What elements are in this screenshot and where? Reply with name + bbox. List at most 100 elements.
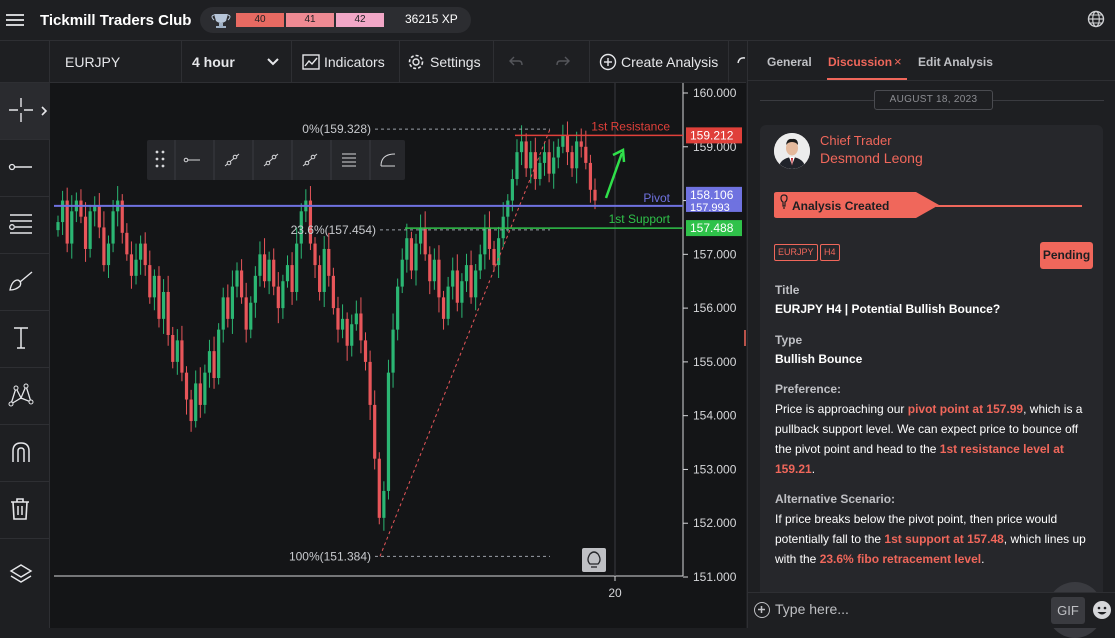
- layers-tool[interactable]: [0, 548, 50, 605]
- pattern-tool[interactable]: [0, 368, 50, 425]
- redo-icon[interactable]: [555, 55, 571, 69]
- attach-icon[interactable]: [754, 602, 770, 618]
- crosshair-tool[interactable]: [0, 83, 50, 140]
- alternative-label: Alternative Scenario:: [775, 492, 896, 506]
- horizontal-line-tool[interactable]: [0, 140, 50, 197]
- avatar: [774, 133, 810, 169]
- candle-body: [359, 313, 363, 341]
- candle-body: [157, 275, 161, 319]
- indicators-button[interactable]: Indicators: [324, 54, 385, 70]
- candle-body: [129, 254, 134, 276]
- symbol-tag: EURJPY: [774, 244, 818, 261]
- candle-body: [56, 222, 60, 231]
- candle-body: [106, 243, 111, 266]
- globe-icon[interactable]: [1087, 10, 1105, 28]
- candle-body: [396, 286, 400, 330]
- level-41: 41: [286, 13, 334, 27]
- candle-body: [175, 340, 179, 362]
- candle-body: [79, 200, 83, 217]
- app-title: Tickmill Traders Club: [40, 12, 192, 29]
- candle-body: [478, 254, 482, 271]
- candle-body: [336, 308, 340, 330]
- drag-handle-icon[interactable]: [155, 157, 159, 161]
- analysis-card: Chief Trader Desmond Leong Analysis Crea…: [760, 125, 1103, 638]
- xp-progress[interactable]: 40 41 42 36215 XP: [200, 7, 471, 33]
- text-icon: [14, 327, 28, 349]
- fibonacci-tool[interactable]: [0, 197, 50, 254]
- candle-body: [469, 265, 473, 298]
- drag-handle-icon[interactable]: [161, 164, 165, 168]
- close-icon[interactable]: ×: [894, 54, 902, 69]
- create-analysis-button[interactable]: Create Analysis: [621, 54, 718, 70]
- panel-tabs: General Discussion × Edit Analysis: [748, 41, 1115, 81]
- candle-body: [409, 238, 414, 271]
- brush-tool[interactable]: [0, 254, 50, 311]
- candle-body: [70, 211, 74, 244]
- preference-text: Price is approaching our pivot point at …: [775, 402, 1083, 476]
- text-tool[interactable]: [0, 311, 50, 368]
- candle-body: [212, 351, 216, 379]
- message-input[interactable]: [775, 601, 1015, 617]
- indicators-icon[interactable]: [302, 54, 320, 70]
- symbol-selector[interactable]: EURJPY: [65, 54, 120, 70]
- tab-discussion[interactable]: Discussion: [828, 55, 892, 69]
- drag-handle-icon[interactable]: [161, 157, 165, 161]
- tab-general[interactable]: General: [767, 55, 812, 69]
- drag-handle-icon[interactable]: [155, 164, 159, 168]
- timeframe-selector[interactable]: 4 hour: [192, 54, 235, 70]
- candle-body: [405, 238, 409, 260]
- candle-body: [152, 275, 156, 298]
- menu-icon[interactable]: [6, 11, 24, 29]
- price-tick-label: 156.000: [693, 301, 737, 315]
- chevron-right-icon[interactable]: [40, 106, 48, 116]
- candle-body: [295, 243, 299, 292]
- trend-line-icon-dot: [304, 160, 310, 166]
- title-label: Title: [775, 283, 800, 297]
- candle-body: [345, 318, 349, 346]
- candle-body: [258, 254, 262, 276]
- status-event: Analysis Created: [792, 199, 890, 213]
- fibonacci-icon: [9, 214, 32, 234]
- candle-body: [382, 490, 386, 518]
- price-tick-label: 155.000: [693, 355, 737, 369]
- trend-line-icon-dot: [226, 160, 232, 166]
- top-bar: Tickmill Traders Club 40 41 42 36215 XP: [0, 0, 1115, 41]
- candle-body: [584, 146, 588, 163]
- emoji-icon[interactable]: [1092, 600, 1112, 620]
- undo-icon[interactable]: [508, 55, 524, 69]
- candle-body: [487, 227, 492, 249]
- magnet-icon: [12, 442, 30, 462]
- drag-handle-icon[interactable]: [161, 150, 165, 154]
- add-circle-icon[interactable]: [599, 53, 617, 71]
- author-name[interactable]: Desmond Leong: [820, 150, 923, 166]
- gear-icon[interactable]: [407, 53, 425, 71]
- candle-body: [281, 281, 285, 309]
- candle-body: [88, 211, 92, 249]
- candle-body: [561, 136, 565, 147]
- level-price-value: 158.106: [690, 188, 734, 202]
- tab-edit-analysis[interactable]: Edit Analysis: [918, 55, 993, 69]
- candle-body: [180, 340, 184, 373]
- candle-body: [189, 399, 193, 422]
- candle-body: [552, 157, 556, 174]
- settings-button[interactable]: Settings: [430, 54, 481, 70]
- crosshair-icon: [9, 98, 33, 122]
- candle-body: [171, 335, 175, 362]
- candle-body: [253, 275, 257, 303]
- drag-handle-icon[interactable]: [155, 150, 159, 154]
- price-chart[interactable]: 160.000159.000158.000157.000156.000155.0…: [50, 83, 746, 628]
- chart-canvas[interactable]: 160.000159.000158.000157.000156.000155.0…: [50, 83, 746, 628]
- analysis-type: Bullish Bounce: [775, 352, 863, 366]
- candle-body: [437, 259, 441, 298]
- refresh-icon[interactable]: [736, 55, 746, 69]
- magnet-tool[interactable]: [0, 425, 50, 482]
- candle-body: [249, 302, 253, 330]
- delete-tool[interactable]: [0, 482, 50, 539]
- candle-body: [226, 297, 230, 319]
- gif-button[interactable]: GIF: [1051, 597, 1085, 624]
- candle-body: [519, 141, 524, 153]
- candle-body: [244, 297, 248, 330]
- drawing-tools-sidebar: [0, 83, 50, 628]
- chevron-down-icon[interactable]: [266, 56, 280, 68]
- candle-body: [239, 270, 244, 298]
